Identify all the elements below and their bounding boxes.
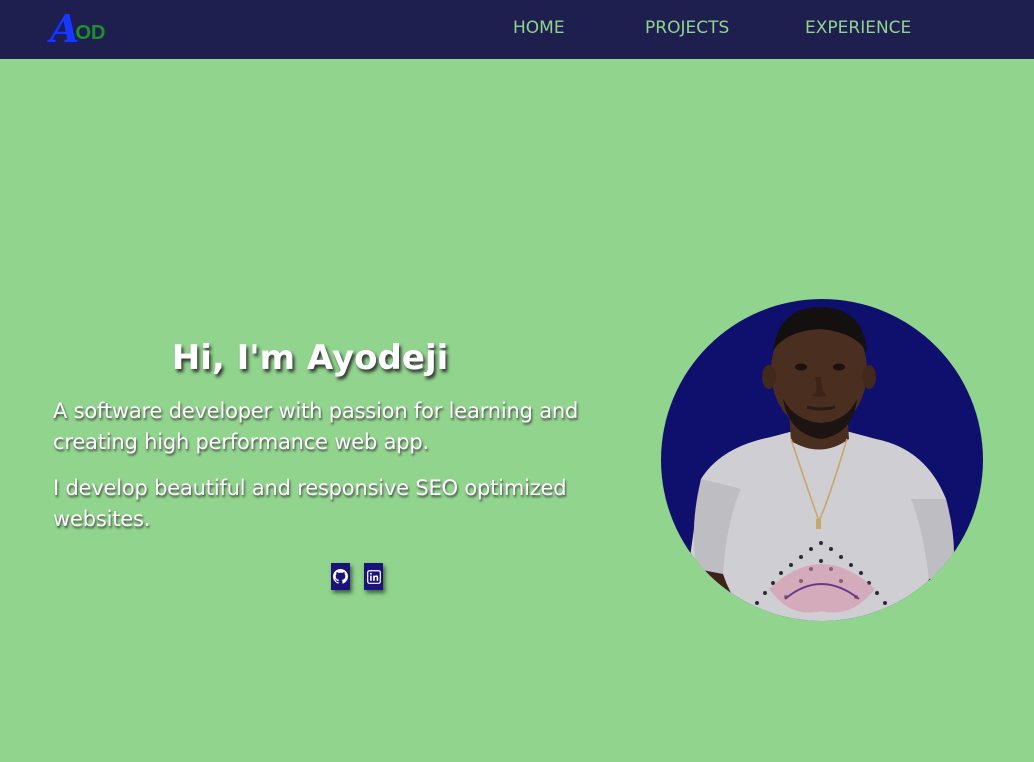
profile-photo-illustration — [681, 307, 961, 621]
navbar: A OD HOME PROJECTS EXPERIENCE — [0, 0, 1034, 59]
github-link[interactable] — [331, 563, 350, 590]
nav-link-experience[interactable]: EXPERIENCE — [805, 18, 911, 38]
hero-description: I develop beautiful and responsive SEO o… — [53, 476, 567, 531]
hero-title: Hi, I'm Ayodeji — [171, 338, 449, 378]
linkedin-link[interactable] — [364, 563, 383, 590]
logo[interactable]: A OD — [50, 10, 105, 48]
logo-text: OD — [75, 22, 106, 44]
hero-tagline: A software developer with passion for le… — [53, 399, 579, 454]
linkedin-icon — [366, 569, 381, 584]
nav-link-home[interactable]: HOME — [513, 18, 565, 38]
github-icon — [333, 569, 348, 584]
nav-link-projects[interactable]: PROJECTS — [645, 18, 729, 38]
profile-photo — [661, 299, 983, 621]
